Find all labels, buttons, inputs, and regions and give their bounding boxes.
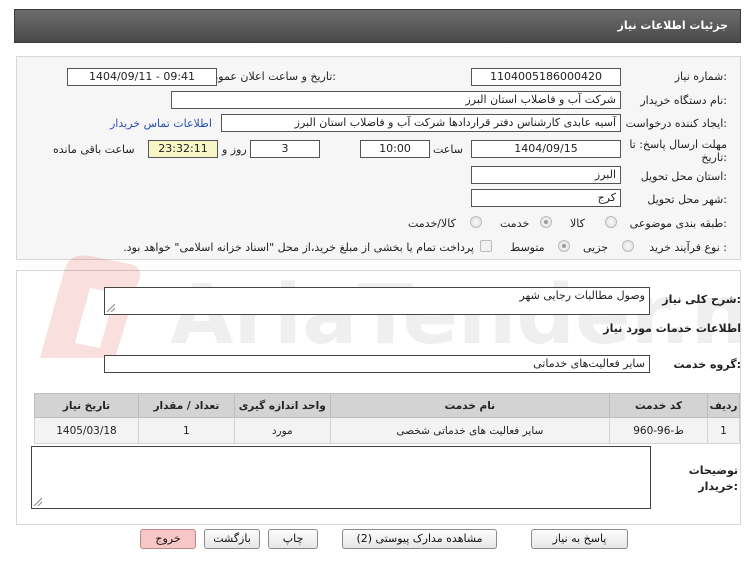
purchase-medium-label: متوسط bbox=[510, 241, 545, 254]
province-field[interactable]: البرز bbox=[471, 166, 621, 184]
services-table: ردیف کد خدمت نام خدمت واحد اندازه گیری ت… bbox=[34, 393, 740, 444]
creator-field[interactable]: آسیه عابدی کارشناس دفتر قراردادها شرکت آ… bbox=[221, 114, 621, 132]
page-header: جزئیات اطلاعات نیاز bbox=[14, 9, 741, 43]
buyer-notes-label-2: خریدار: bbox=[698, 480, 738, 493]
deadline-time-field[interactable]: 10:00 bbox=[360, 140, 430, 158]
col-service-code: کد خدمت bbox=[609, 393, 709, 418]
announce-label: تاریخ و ساعت اعلان عمومی: bbox=[203, 70, 336, 83]
purchase-type-label: نوع فرآیند خرید : bbox=[649, 241, 727, 254]
summary-label: شرح کلی نیاز: bbox=[662, 293, 741, 306]
category-goods-label: کالا bbox=[570, 217, 585, 230]
announce-datetime-field[interactable]: 1404/09/11 - 09:41 bbox=[67, 68, 217, 86]
purchase-minor-radio[interactable] bbox=[622, 240, 634, 252]
table-header-row: ردیف کد خدمت نام خدمت واحد اندازه گیری ت… bbox=[34, 393, 740, 418]
buyer-org-label: نام دستگاه خریدار: bbox=[640, 94, 727, 107]
deadline-date-field[interactable]: 1404/09/15 bbox=[471, 140, 621, 158]
cell-service-name: سایر فعالیت های خدماتی شخصی bbox=[329, 417, 611, 444]
city-field[interactable]: کرج bbox=[471, 189, 621, 207]
deadline-time-label: ساعت bbox=[433, 143, 463, 156]
category-service-label: خدمت bbox=[500, 217, 530, 230]
cell-quantity: 1 bbox=[137, 417, 235, 444]
col-row-number: ردیف bbox=[707, 393, 740, 418]
summary-field[interactable]: وصول مطالبات رجایی شهر bbox=[104, 287, 650, 315]
treasury-payment-checkbox[interactable] bbox=[480, 240, 492, 252]
purchase-medium-radio[interactable] bbox=[558, 240, 570, 252]
col-service-name: نام خدمت bbox=[329, 393, 611, 418]
resize-handle-icon[interactable] bbox=[34, 498, 42, 506]
col-quantity: تعداد / مقدار bbox=[137, 393, 235, 418]
back-button[interactable]: بازگشت bbox=[204, 529, 260, 549]
remaining-time-field: 23:32:11 bbox=[148, 140, 218, 158]
category-goods-radio[interactable] bbox=[605, 216, 617, 228]
print-button[interactable]: چاپ bbox=[268, 529, 318, 549]
buyer-org-field[interactable]: شرکت آب و فاضلاب استان البرز bbox=[171, 91, 621, 109]
category-service-radio[interactable] bbox=[540, 216, 552, 228]
treasury-payment-note: پرداخت تمام یا بخشی از مبلغ خرید،از محل … bbox=[123, 241, 474, 254]
deadline-date-label: تاریخ: bbox=[701, 151, 727, 164]
need-number-field[interactable]: 1104005186000420 bbox=[471, 68, 621, 86]
province-label: استان محل تحویل: bbox=[640, 170, 727, 183]
col-unit: واحد اندازه گیری bbox=[233, 393, 331, 418]
need-number-label: شماره نیاز: bbox=[674, 70, 727, 83]
cell-unit: مورد bbox=[233, 417, 331, 444]
cell-row-number: 1 bbox=[707, 417, 740, 444]
buyer-notes-label-1: توضیحات bbox=[688, 464, 738, 477]
page-title: جزئیات اطلاعات نیاز bbox=[617, 19, 729, 32]
buyer-contact-link[interactable]: اطلاعات تماس خریدار bbox=[110, 117, 212, 130]
resize-handle-icon[interactable] bbox=[107, 304, 115, 312]
cell-need-date: 1405/03/18 bbox=[34, 417, 139, 444]
summary-text: وصول مطالبات رجایی شهر bbox=[519, 289, 645, 302]
buyer-notes-field[interactable] bbox=[31, 446, 651, 509]
category-goods-service-label: کالا/خدمت bbox=[408, 217, 456, 230]
col-need-date: تاریخ نیاز bbox=[34, 393, 139, 418]
days-label: روز و bbox=[222, 143, 247, 156]
view-attachments-button[interactable]: مشاهده مدارک پیوستی (2) bbox=[342, 529, 497, 549]
remaining-days-field[interactable]: 3 bbox=[250, 140, 320, 158]
service-group-field[interactable]: سایر فعالیت‌های خدماتی bbox=[104, 355, 650, 373]
service-group-label: گروه خدمت: bbox=[673, 358, 741, 371]
reply-button[interactable]: پاسخ به نیاز bbox=[531, 529, 628, 549]
category-label: طبقه بندی موضوعی: bbox=[629, 217, 727, 230]
services-section-title: اطلاعات خدمات مورد نیاز bbox=[603, 322, 741, 335]
cell-service-code: ط-96-960 bbox=[609, 417, 709, 444]
category-goods-service-radio[interactable] bbox=[470, 216, 482, 228]
purchase-minor-label: جزیی bbox=[583, 241, 609, 254]
remaining-label: ساعت باقی مانده bbox=[53, 143, 135, 156]
exit-button[interactable]: خروج bbox=[140, 529, 196, 549]
table-row[interactable]: 1 ط-96-960 سایر فعالیت های خدماتی شخصی م… bbox=[34, 417, 740, 444]
creator-label: ایجاد کننده درخواست: bbox=[625, 117, 727, 130]
deadline-label: مهلت ارسال پاسخ: تا bbox=[629, 138, 727, 151]
city-label: شهر محل تحویل: bbox=[647, 193, 727, 206]
